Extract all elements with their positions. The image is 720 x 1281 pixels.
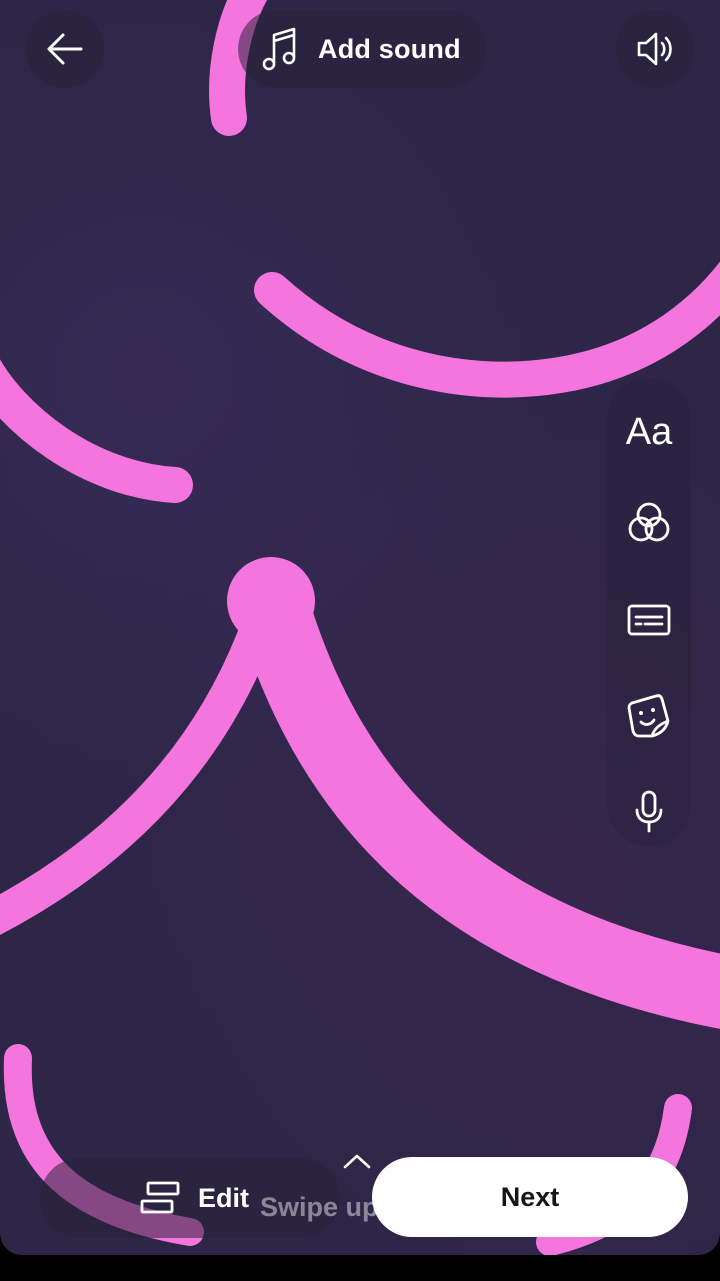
edit-label: Edit	[198, 1182, 249, 1213]
captions-icon	[627, 604, 671, 636]
voiceover-tool-button[interactable]	[607, 776, 691, 848]
add-sound-label: Add sound	[318, 33, 461, 64]
sticker-icon	[627, 694, 670, 738]
captions-tool-button[interactable]	[607, 584, 691, 656]
text-icon: Aa	[625, 410, 673, 453]
speaker-icon	[637, 32, 672, 66]
editing-toolbar: Aa	[607, 378, 691, 846]
music-note-icon	[262, 27, 296, 71]
back-button[interactable]	[26, 10, 104, 88]
swipe-up-hint[interactable]: Swipe up	[258, 1150, 388, 1230]
microphone-icon	[635, 790, 663, 833]
swipe-up-label: Swipe up	[260, 1192, 379, 1222]
sticker-tool-button[interactable]	[607, 680, 691, 752]
chevron-up-icon	[343, 1154, 371, 1169]
filters-icon	[628, 502, 670, 542]
arrow-left-icon	[47, 33, 83, 65]
filters-tool-button[interactable]	[607, 486, 691, 558]
layout-edit-icon	[140, 1181, 180, 1214]
volume-button[interactable]	[616, 10, 694, 88]
add-sound-button[interactable]: Add sound	[238, 10, 486, 88]
text-tool-button[interactable]: Aa	[607, 396, 691, 468]
next-button[interactable]: Next	[372, 1157, 688, 1237]
